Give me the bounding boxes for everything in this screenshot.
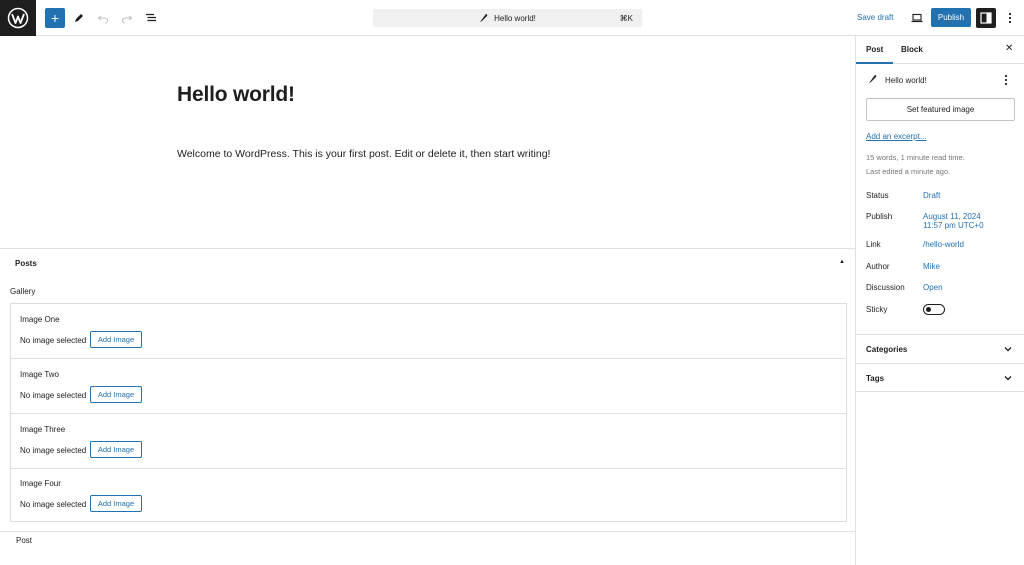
author-label: Author	[866, 262, 890, 271]
command-bar-shortcut: ⌘K	[619, 13, 633, 23]
discussion-label: Discussion	[866, 283, 905, 292]
editor-footer: Post	[0, 531, 855, 565]
gallery-label: Gallery	[10, 287, 36, 296]
feather-icon	[868, 74, 877, 84]
breadcrumb[interactable]: Post	[16, 536, 32, 545]
sticky-label: Sticky	[866, 305, 888, 314]
editor-header: + Hello world! ⌘K Save draft Publish	[0, 0, 1024, 36]
publish-time: 11:57 pm UTC+0	[923, 221, 984, 230]
metabox-title[interactable]: Posts	[15, 259, 37, 268]
document-overview-icon	[145, 12, 157, 24]
gallery-item-status: No image selected	[20, 500, 87, 509]
status-label: Status	[866, 191, 889, 200]
gallery-item-status: No image selected	[20, 336, 87, 345]
undo-button[interactable]	[93, 8, 113, 28]
gallery-item: Image Two No image selected Add Image	[11, 359, 846, 414]
chevron-down-icon	[1003, 373, 1013, 383]
author-value[interactable]: Mike	[923, 262, 940, 271]
panel-divider	[856, 391, 1024, 392]
feather-icon	[479, 13, 488, 23]
sticky-toggle[interactable]	[923, 304, 945, 315]
block-inserter-button[interactable]: +	[45, 8, 65, 28]
gallery-item-label: Image Two	[20, 370, 59, 379]
gallery-field: Image One No image selected Add Image Im…	[10, 303, 847, 522]
gallery-item-label: Image Four	[20, 479, 61, 488]
publish-label: Publish	[866, 212, 893, 221]
chevron-up-icon[interactable]: ▲	[839, 259, 845, 265]
last-edited: Last edited a minute ago.	[866, 167, 951, 176]
paragraph-block[interactable]: Welcome to WordPress. This is your first…	[177, 148, 550, 160]
desktop-preview-icon	[911, 13, 923, 23]
link-label: Link	[866, 240, 881, 249]
chevron-down-icon	[1003, 344, 1013, 354]
sidebar-tabs: Post Block ✕	[855, 36, 1024, 64]
set-featured-image-button[interactable]: Set featured image	[866, 98, 1015, 121]
categories-panel-title: Categories	[866, 345, 908, 354]
redo-icon	[121, 12, 133, 24]
gallery-item-status: No image selected	[20, 391, 87, 400]
posts-metabox: Posts ▲ Gallery Image One No image selec…	[0, 248, 855, 531]
add-image-button[interactable]: Add Image	[90, 331, 142, 348]
status-value[interactable]: Draft	[923, 191, 940, 200]
gallery-item-label: Image Three	[20, 425, 66, 434]
redo-button[interactable]	[117, 8, 137, 28]
command-palette-bar[interactable]: Hello world! ⌘K	[373, 9, 642, 27]
add-image-button[interactable]: Add Image	[90, 386, 142, 403]
wordpress-logo-icon[interactable]	[0, 0, 36, 36]
sidebar-post-title: Hello world!	[885, 76, 927, 85]
categories-panel[interactable]: Categories	[856, 334, 1024, 363]
preview-button[interactable]	[907, 8, 927, 28]
tab-post[interactable]: Post	[855, 45, 894, 64]
command-bar-title: Hello world!	[494, 13, 536, 23]
tools-button[interactable]	[69, 8, 89, 28]
add-excerpt-link[interactable]: Add an excerpt...	[866, 132, 926, 141]
options-button[interactable]	[1002, 8, 1018, 28]
settings-button[interactable]	[976, 8, 996, 28]
tags-panel-title: Tags	[866, 374, 885, 383]
gallery-item: Image One No image selected Add Image	[11, 304, 846, 359]
add-image-button[interactable]: Add Image	[90, 495, 142, 512]
gallery-item-status: No image selected	[20, 446, 87, 455]
gallery-item-label: Image One	[20, 315, 60, 324]
word-count: 15 words, 1 minute read time.	[866, 153, 965, 162]
post-title[interactable]: Hello world!	[177, 83, 295, 107]
publish-button[interactable]: Publish	[931, 8, 971, 27]
document-overview-button[interactable]	[141, 8, 161, 28]
publish-date: August 11, 2024	[923, 212, 981, 221]
more-options-icon[interactable]	[1004, 74, 1008, 86]
gallery-item: Image Four No image selected Add Image	[11, 468, 846, 523]
tab-block[interactable]: Block	[901, 45, 923, 54]
more-options-icon	[1008, 12, 1012, 24]
settings-sidebar: Post Block ✕ Hello world! Set featured i…	[855, 36, 1024, 565]
link-value[interactable]: /hello-world	[923, 240, 964, 249]
editor-canvas: Hello world! Welcome to WordPress. This …	[0, 37, 855, 249]
pen-tool-icon	[73, 12, 85, 24]
gallery-item: Image Three No image selected Add Image	[11, 414, 846, 469]
plus-icon: +	[50, 10, 60, 26]
add-image-button[interactable]: Add Image	[90, 441, 142, 458]
discussion-value[interactable]: Open	[923, 283, 943, 292]
publish-date-value[interactable]: August 11, 2024 11:57 pm UTC+0	[923, 212, 984, 230]
tags-panel[interactable]: Tags	[856, 363, 1024, 392]
save-draft-button[interactable]: Save draft	[857, 13, 893, 22]
undo-icon	[97, 12, 109, 24]
settings-sidebar-icon	[980, 12, 992, 24]
close-icon[interactable]: ✕	[1005, 43, 1013, 54]
